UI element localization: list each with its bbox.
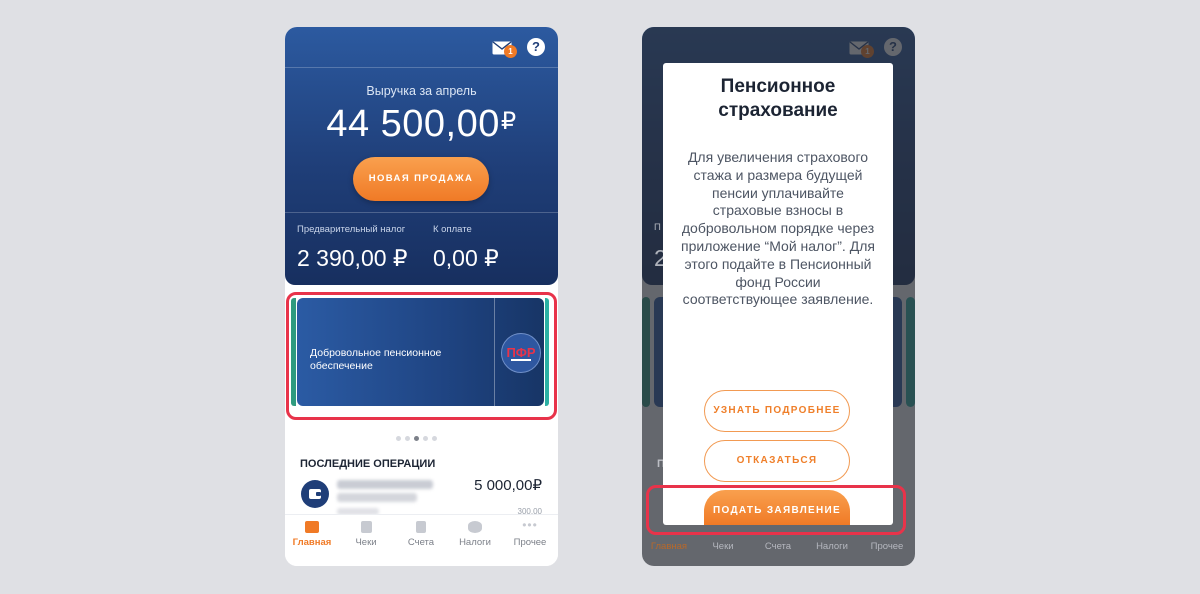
help-icon[interactable]: ?	[527, 38, 545, 56]
wallet-icon	[301, 480, 329, 508]
to-pay-value: 0,00 ₽	[433, 245, 499, 271]
dim-tab: Главная	[650, 541, 688, 552]
new-sale-button[interactable]: НОВАЯ ПРОДАЖА	[353, 157, 489, 201]
carousel-dot[interactable]	[405, 436, 410, 441]
notification-badge: 1	[504, 45, 517, 58]
blurred-text	[337, 480, 433, 489]
tab-receipts[interactable]: Чеки	[339, 521, 393, 548]
revenue-label: Выручка за апрель	[366, 84, 477, 98]
revenue-amount: 44 500,00₽	[285, 103, 558, 146]
operation-amount: 5 000,00₽	[474, 477, 542, 494]
tab-taxes[interactable]: Налоги	[448, 521, 502, 548]
tab-accounts[interactable]: Счета	[394, 521, 448, 548]
pension-modal: Пенсионное страхование Для увеличения ст…	[663, 63, 893, 525]
carousel-dot[interactable]	[432, 436, 437, 441]
recent-operations-title: ПОСЛЕДНИЕ ОПЕРАЦИИ	[300, 458, 436, 470]
dim-tab: Чеки	[712, 541, 734, 552]
prepaid-tax-value: 2 390,00 ₽	[297, 245, 408, 271]
blurred-text	[337, 493, 417, 502]
tab-label: Прочее	[513, 537, 547, 548]
more-icon: •••	[522, 518, 538, 532]
revenue-amount-value: 44 500,00	[326, 103, 500, 145]
briefcase-icon	[305, 521, 319, 533]
dim-tax-label: П	[654, 222, 661, 233]
header-divider-2	[285, 212, 558, 213]
modal-body: Для увеличения страхового стажа и размер…	[681, 149, 875, 308]
prepaid-tax-label: Предварительный налог	[297, 224, 406, 235]
header-divider	[285, 67, 558, 68]
modal-title: Пенсионное страхование	[663, 75, 893, 123]
carousel-dots[interactable]	[396, 428, 441, 441]
tab-label: Чеки	[355, 537, 377, 548]
highlight-outline	[286, 292, 557, 420]
dim-tab: Налоги	[816, 541, 848, 552]
modal-title-text: Пенсионное страхование	[718, 76, 838, 121]
carousel-dot-active[interactable]	[414, 436, 419, 441]
carousel-dot[interactable]	[423, 436, 428, 441]
dim-tab: Счета	[764, 541, 792, 552]
learn-more-button[interactable]: УЗНАТЬ ПОДРОБНЕЕ	[704, 390, 850, 432]
document-icon	[416, 521, 426, 533]
currency-symbol: ₽	[500, 108, 517, 135]
decline-button[interactable]: ОТКАЗАТЬСЯ	[704, 440, 850, 482]
to-pay-label: К оплате	[433, 224, 472, 235]
receipt-icon	[360, 521, 372, 533]
bottom-tab-bar: Главная Чеки Счета Налоги ••• Прочее	[285, 514, 558, 566]
tab-label: Счета	[407, 537, 435, 548]
tab-label: Главная	[292, 537, 332, 548]
dim-tab: Прочее	[870, 541, 904, 552]
phone-screen-modal: 1 ? П 2 П Главная Чеки Счета Налоги Проч…	[642, 27, 915, 566]
phone-screen-main: 1 ? Выручка за апрель 44 500,00₽ НОВАЯ П…	[285, 27, 558, 566]
tab-label: Налоги	[459, 537, 491, 548]
revenue-header: 1 ? Выручка за апрель 44 500,00₽ НОВАЯ П…	[285, 27, 558, 285]
tab-home[interactable]: Главная	[285, 521, 339, 548]
carousel-dot[interactable]	[396, 436, 401, 441]
coins-icon	[468, 521, 482, 533]
highlight-outline	[646, 485, 906, 535]
tab-more[interactable]: ••• Прочее	[503, 518, 557, 548]
